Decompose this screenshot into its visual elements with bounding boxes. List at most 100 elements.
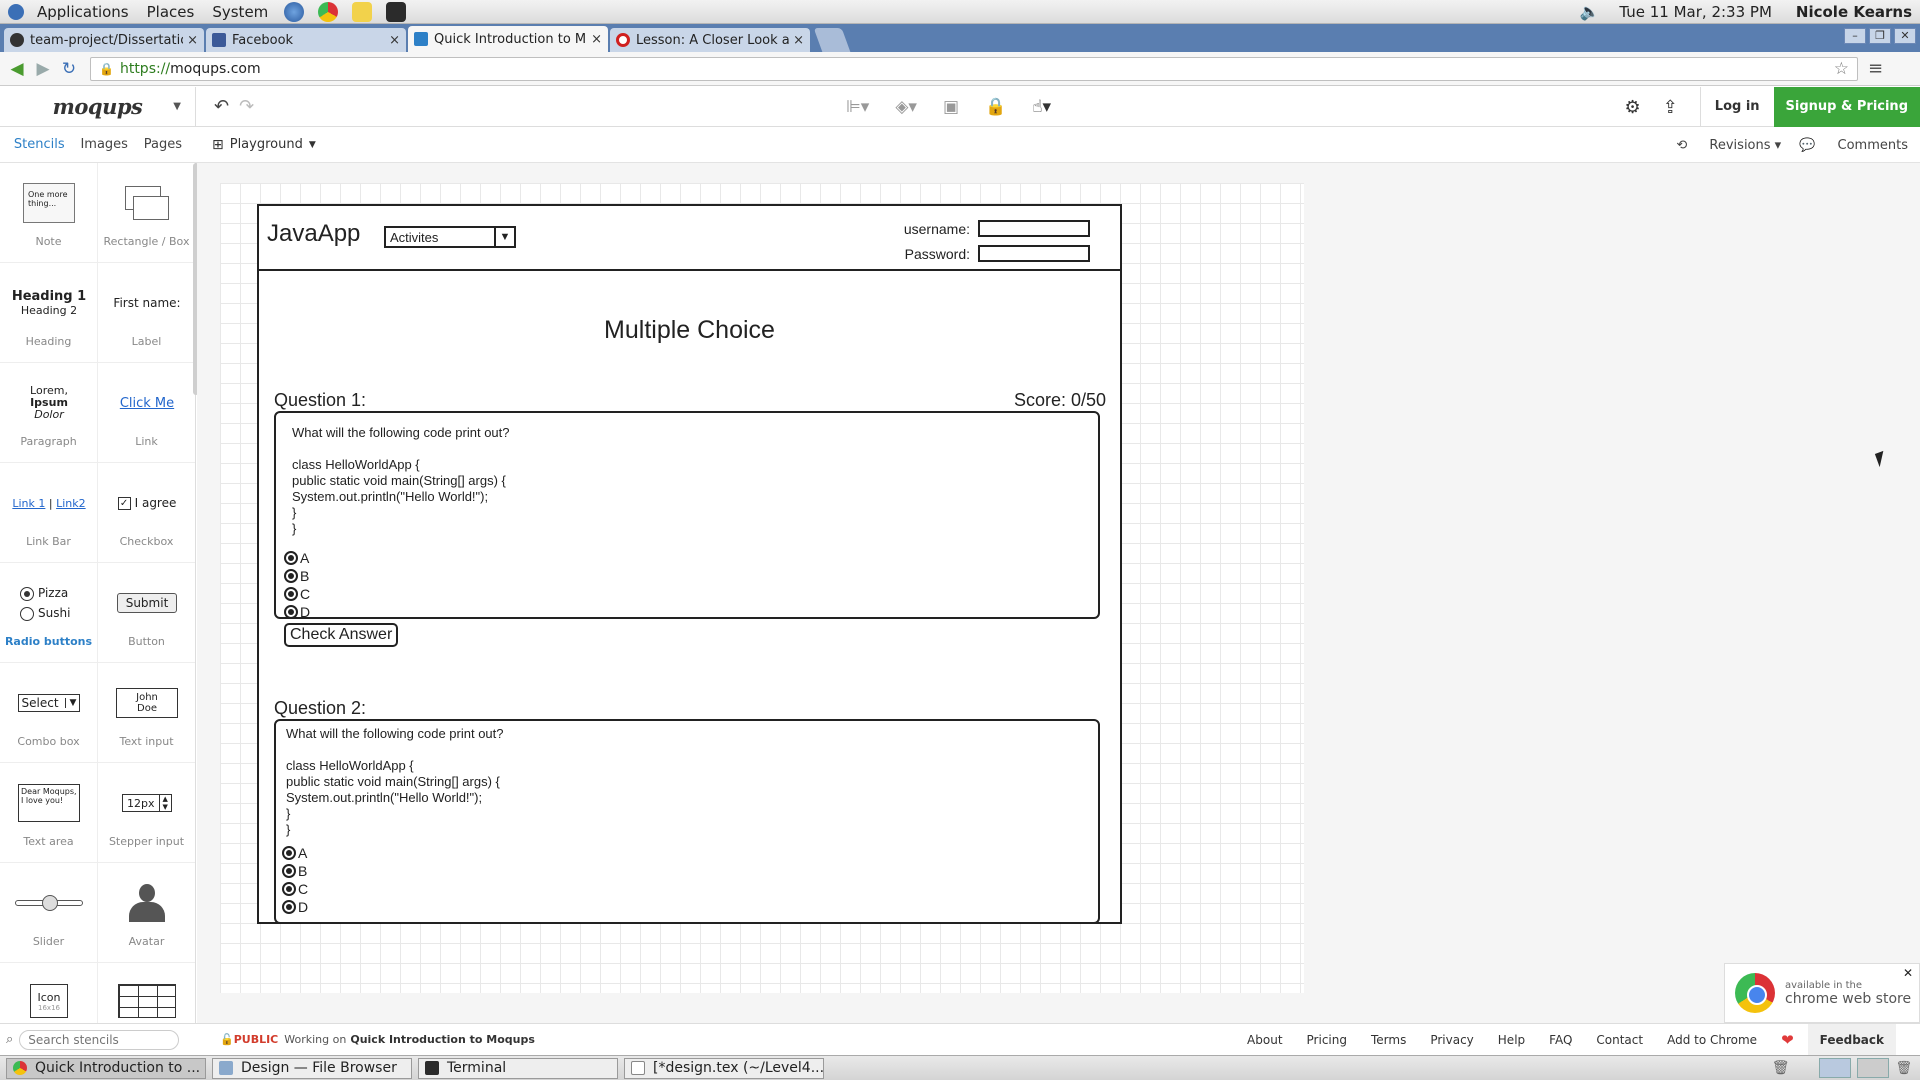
close-icon[interactable]: × <box>187 33 198 48</box>
gnome-foot-icon[interactable] <box>8 3 24 20</box>
group-icon[interactable]: ▣ <box>943 97 959 117</box>
link-add-to-chrome[interactable]: Add to Chrome <box>1667 1033 1757 1047</box>
link-about[interactable]: About <box>1247 1033 1282 1047</box>
clock[interactable]: Tue 11 Mar, 2:33 PM <box>1599 3 1796 21</box>
new-tab-button[interactable] <box>813 28 851 52</box>
option-c[interactable]: C <box>282 880 1088 898</box>
link-privacy[interactable]: Privacy <box>1430 1033 1473 1047</box>
reload-icon[interactable]: ↻ <box>56 59 82 79</box>
mockup-score[interactable]: Score: 0/50 <box>1014 390 1106 411</box>
link-contact[interactable]: Contact <box>1596 1033 1643 1047</box>
stencil-heading[interactable]: Heading 1 Heading 2 Heading <box>0 263 98 363</box>
mockup-question-1-box[interactable]: What will the following code print out? … <box>274 411 1100 647</box>
tab-facebook[interactable]: Facebook × <box>206 28 406 52</box>
stencil-paragraph[interactable]: Lorem, Ipsum Dolor Paragraph <box>0 363 98 463</box>
terminal-launcher-icon[interactable] <box>386 1 407 22</box>
menu-applications[interactable]: Applications <box>28 3 138 21</box>
maximize-icon[interactable]: ❐ <box>1869 28 1891 44</box>
tab-github[interactable]: team-project/Dissertatic × <box>4 28 204 52</box>
taskbar-terminal[interactable]: Terminal <box>418 1057 618 1079</box>
workspace-switcher-2[interactable] <box>1857 1058 1890 1078</box>
user-name[interactable]: Nicole Kearns <box>1796 3 1920 21</box>
back-icon[interactable]: ◀ <box>4 59 30 79</box>
bookmark-star-icon[interactable]: ☆ <box>1834 59 1849 79</box>
chrome-web-store-badge[interactable]: available in the chrome web store ✕ <box>1724 963 1920 1023</box>
mockup-activities-combo[interactable]: Activites ▼ <box>384 226 516 248</box>
close-icon[interactable]: × <box>793 33 804 48</box>
share-icon[interactable]: ⇪ <box>1663 97 1678 118</box>
check-answer-button[interactable]: Check Answer <box>284 623 399 647</box>
heart-icon[interactable]: ❤ <box>1781 1031 1794 1049</box>
text-editor-launcher-icon[interactable] <box>352 1 373 22</box>
stencil-table[interactable] <box>98 963 195 1023</box>
search-stencils-input[interactable] <box>19 1029 180 1050</box>
stencil-text-area[interactable]: Dear Moqups, I love you! Text area <box>0 763 98 863</box>
stencil-link-bar[interactable]: Link 1 | Link2 Link Bar <box>0 463 98 563</box>
artboard[interactable]: JavaApp Activites ▼ username: Password: … <box>220 183 1304 993</box>
menu-system[interactable]: System <box>203 3 277 21</box>
workspace-switcher-1[interactable] <box>1819 1058 1852 1078</box>
canvas-area[interactable]: JavaApp Activites ▼ username: Password: … <box>197 163 1920 1023</box>
stencil-stepper-input[interactable]: 12px ▲ ▼ Stepper input <box>98 763 195 863</box>
option-b[interactable]: B <box>284 567 1082 585</box>
taskbar-chrome[interactable]: Quick Introduction to ... <box>6 1057 206 1079</box>
stencil-rectangle[interactable]: Rectangle / Box <box>98 163 195 263</box>
option-c[interactable]: C <box>284 585 1082 603</box>
stencil-icon[interactable]: Icon 16x16 <box>0 963 98 1023</box>
trash-applet-icon[interactable]: 🗑 <box>1895 1061 1912 1076</box>
interaction-hand-icon[interactable]: ☝▾ <box>1032 97 1051 117</box>
redo-icon[interactable]: ↷ <box>239 96 254 117</box>
stencil-slider[interactable]: Slider <box>0 863 98 963</box>
close-icon[interactable]: × <box>389 33 400 48</box>
gear-icon[interactable]: ⚙ <box>1625 97 1641 118</box>
stencil-label-item[interactable]: First name: Label <box>98 263 195 363</box>
web-browser-launcher-icon[interactable] <box>284 1 305 22</box>
option-d[interactable]: D <box>282 898 1088 916</box>
page-selector[interactable]: ⊞ Playground ▼ <box>212 137 316 153</box>
stencil-checkbox[interactable]: ✓ I agree Checkbox <box>98 463 195 563</box>
comments-button[interactable]: 💬 Comments <box>1799 138 1908 153</box>
mockup-title[interactable]: Multiple Choice <box>259 316 1120 345</box>
menu-places[interactable]: Places <box>138 3 204 21</box>
url-field[interactable]: 🔒 https:// moqups.com ☆ <box>90 56 1858 81</box>
signup-pricing-button[interactable]: Signup & Pricing <box>1773 87 1920 127</box>
close-window-icon[interactable]: ✕ <box>1894 28 1916 44</box>
stencil-link[interactable]: Click Me Link <box>98 363 195 463</box>
link-faq[interactable]: FAQ <box>1549 1033 1572 1047</box>
link-pricing[interactable]: Pricing <box>1307 1033 1347 1047</box>
stencil-combo-box[interactable]: Select ▼ Combo box <box>0 663 98 763</box>
mockup-app-name[interactable]: JavaApp <box>267 220 360 248</box>
chrome-menu-icon[interactable]: ≡ <box>1868 58 1883 79</box>
link-help[interactable]: Help <box>1498 1033 1525 1047</box>
tab-stencils[interactable]: Stencils <box>14 137 65 152</box>
close-icon[interactable]: × <box>591 32 602 47</box>
stencil-note[interactable]: One more thing... Note <box>0 163 98 263</box>
stencil-radio-buttons[interactable]: Pizza Sushi Radio buttons <box>0 563 98 663</box>
mockup-password-field[interactable] <box>978 245 1090 262</box>
option-a[interactable]: A <box>284 549 1082 567</box>
feedback-button[interactable]: Feedback <box>1807 1024 1896 1056</box>
tab-moqups[interactable]: Quick Introduction to M × <box>408 26 608 52</box>
option-a[interactable]: A <box>282 844 1088 862</box>
taskbar-text-editor[interactable]: [*design.tex (~/Level4... <box>624 1057 824 1079</box>
option-b[interactable]: B <box>282 862 1088 880</box>
mockup-question-2-label[interactable]: Question 2: <box>274 698 366 719</box>
lock-icon[interactable]: 🔒 <box>985 97 1006 117</box>
taskbar-file-browser[interactable]: Design — File Browser <box>212 1057 412 1079</box>
login-button[interactable]: Log in <box>1699 87 1774 127</box>
mockup-question-1-label[interactable]: Question 1: <box>274 390 366 411</box>
align-icon[interactable]: ⊫▾ <box>846 97 869 117</box>
tab-pages[interactable]: Pages <box>144 137 182 152</box>
project-name[interactable]: Quick Introduction to Moqups <box>350 1033 535 1046</box>
link-terms[interactable]: Terms <box>1371 1033 1406 1047</box>
revisions-button[interactable]: ⟲ Revisions ▾ <box>1676 138 1781 153</box>
trash-icon[interactable]: 🗑 <box>1772 1060 1790 1076</box>
volume-icon[interactable]: 🔈 <box>1579 2 1599 21</box>
close-icon[interactable]: ✕ <box>1903 966 1913 980</box>
mockup-username-field[interactable] <box>978 220 1090 237</box>
tab-oracle-lesson[interactable]: Lesson: A Closer Look a × <box>610 28 810 52</box>
minimize-icon[interactable]: – <box>1844 28 1866 44</box>
logo-menu[interactable]: moqups ▼ <box>0 86 196 127</box>
stencil-text-input[interactable]: John Doe Text input <box>98 663 195 763</box>
chrome-launcher-icon[interactable] <box>318 1 339 22</box>
